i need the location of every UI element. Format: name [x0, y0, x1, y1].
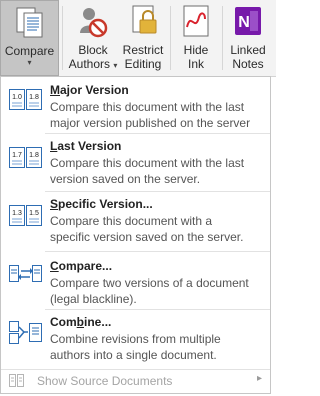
menu-divider [45, 251, 270, 252]
menu-item-title: Combine... [50, 315, 112, 329]
svg-text:1.3: 1.3 [12, 210, 22, 217]
menu-item-title: Last Version [50, 139, 122, 153]
block-authors-label-line2: Authors ▾ [68, 57, 118, 71]
restrict-editing-button[interactable]: Restrict Editing [120, 0, 166, 76]
restrict-editing-label-line1: Restrict [122, 43, 164, 57]
menu-item-major-version[interactable]: 1.0 1.8 Major Version Compare this docum… [1, 77, 270, 133]
hide-ink-icon [181, 5, 211, 39]
restrict-editing-label-line2: Editing [124, 57, 162, 71]
menu-item-description: Compare this document with a specific ver… [50, 214, 244, 244]
menu-item-description: Compare this document with the last versi… [50, 156, 245, 186]
menu-item-title: Major Version [50, 83, 129, 97]
source-documents-icon [9, 374, 25, 391]
menu-divider [45, 191, 270, 192]
menu-item-show-source-documents[interactable]: Show Source Documents ▸ [1, 369, 270, 394]
hide-ink-button[interactable]: Hide Ink [174, 0, 218, 76]
menu-item-title: Specific Version... [50, 197, 153, 211]
svg-text:N: N [238, 14, 250, 31]
menu-item-description: Compare this document with the last major… [50, 100, 251, 130]
svg-text:1.5: 1.5 [29, 210, 39, 217]
review-ribbon: Compare ▾ Block Authors ▾ Restrict Editi… [0, 0, 276, 77]
compare-documents-icon [9, 263, 43, 287]
chevron-down-icon: ▾ [27, 58, 32, 67]
restrict-editing-icon [128, 5, 158, 39]
svg-text:1.0: 1.0 [12, 94, 22, 101]
menu-divider [45, 309, 270, 310]
menu-item-compare[interactable]: Compare... Compare two versions of a doc… [1, 253, 270, 309]
menu-item-specific-version[interactable]: 1.3 1.5 Specific Version... Compare this… [1, 193, 270, 249]
combine-documents-icon [9, 321, 43, 345]
submenu-arrow-icon: ▸ [256, 373, 262, 384]
onenote-icon: N [233, 5, 263, 39]
linked-notes-label-line1: Linked [230, 43, 266, 57]
hide-ink-label-line1: Hide [183, 43, 209, 57]
compare-icon [15, 6, 45, 40]
show-source-documents-label: Show Source Documents [37, 374, 173, 388]
compare-button[interactable]: Compare ▾ [0, 0, 59, 76]
block-authors-label-line1: Block [78, 43, 108, 57]
menu-item-title: Compare... [50, 259, 113, 273]
ribbon-separator [222, 6, 223, 70]
svg-text:1.8: 1.8 [29, 152, 39, 159]
menu-divider [45, 133, 270, 134]
svg-text:1.8: 1.8 [29, 94, 39, 101]
menu-item-description: Compare two versions of a document (legal… [50, 276, 249, 306]
block-authors-button[interactable]: Block Authors ▾ [66, 0, 120, 76]
menu-item-last-version[interactable]: 1.7 1.8 Last Version Compare this docume… [1, 135, 270, 191]
ribbon-separator [62, 6, 63, 70]
menu-item-combine[interactable]: Combine... Combine revisions from multip… [1, 311, 270, 367]
hide-ink-label-line2: Ink [187, 57, 204, 71]
compare-dropdown-menu: 1.0 1.8 Major Version Compare this docum… [0, 76, 271, 394]
linked-notes-button[interactable]: N Linked Notes [224, 0, 272, 76]
block-authors-icon [78, 5, 108, 39]
linked-notes-label-line2: Notes [232, 57, 264, 71]
svg-text:1.7: 1.7 [12, 152, 22, 159]
chevron-down-icon: ▾ [113, 61, 118, 70]
compare-label: Compare [4, 44, 55, 58]
menu-item-description: Combine revisions from multiple authors i… [50, 332, 221, 362]
ribbon-separator [170, 6, 171, 70]
compare-versions-icon: 1.0 1.8 [9, 89, 43, 113]
compare-versions-icon: 1.3 1.5 [9, 205, 43, 229]
compare-versions-icon: 1.7 1.8 [9, 147, 43, 171]
